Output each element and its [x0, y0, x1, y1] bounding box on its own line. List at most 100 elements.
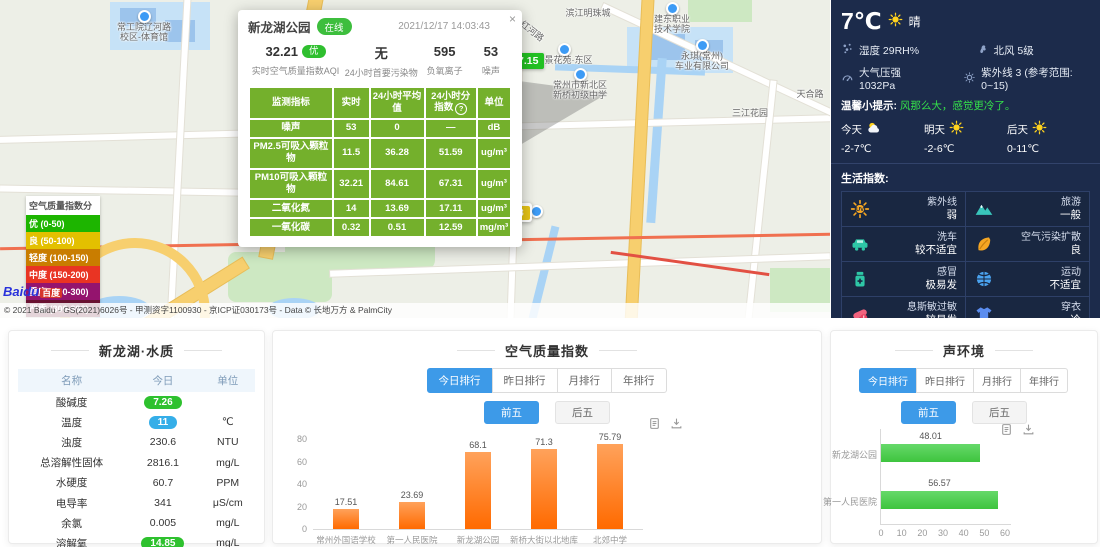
y-axis-tick: 60: [279, 457, 307, 467]
life-index-value: 极易发: [926, 279, 958, 292]
sound-tab[interactable]: 月排行: [973, 368, 1021, 393]
pressure-uv-row: 大气压强1032Pa 紫外线 3 (参考范围: 0~15): [841, 65, 1090, 92]
bar: [333, 509, 359, 529]
map-poi-marker[interactable]: [138, 10, 151, 23]
map-poi-marker[interactable]: [558, 43, 571, 56]
uv-sun-icon: UV: [850, 199, 870, 219]
humidity-wind-row: 湿度 29RH% 北风 5级: [841, 42, 1090, 58]
y-axis-tick: 80: [279, 434, 307, 444]
y-axis-tick: 40: [279, 479, 307, 489]
baidu-map[interactable]: 建东职业 技术学院新景花苑·东区常州市新北区 新桥初级中学永琪(常州) 车业有限…: [0, 0, 830, 318]
life-index-value: 较易发: [907, 314, 957, 318]
water-param-unit: PPM: [201, 473, 255, 493]
pressure-value: 1032Pa: [859, 80, 901, 92]
life-index-name: 息斯敏过敏: [907, 302, 957, 314]
realtime-value: 32.21: [333, 169, 370, 200]
popup-table-header: 24小时平均值: [370, 87, 425, 119]
bar-value-label: 23.69: [382, 490, 442, 500]
water-param-name: 溶解氧: [18, 533, 125, 547]
life-index-name: 紫外线: [927, 197, 957, 209]
pollutant-name: 二氧化氮: [249, 199, 333, 218]
water-table-row: 总溶解性固体2816.1mg/L: [18, 453, 255, 473]
download-icon[interactable]: [1022, 423, 1035, 441]
baidu-logo-text: Baidu: [3, 284, 39, 299]
map-poi-marker[interactable]: [666, 2, 679, 15]
life-index-text: 紫外线弱: [927, 197, 957, 222]
popup-stats: 32.21优实时空气质量指数AQI无24小时首要污染物595负氧离子53噪声: [248, 43, 512, 79]
map-poi-marker[interactable]: [696, 39, 709, 52]
life-index-name: 洗车: [915, 232, 957, 244]
aqi-range-buttons: 前五后五: [273, 401, 821, 424]
y-axis-category-label: 第一人民医院: [797, 495, 877, 508]
water-table-row: 温度11℃: [18, 412, 255, 432]
forecast-temp-range: -2-7℃: [841, 143, 924, 155]
aqi-range-button[interactable]: 后五: [555, 401, 610, 424]
x-axis-tick: 30: [933, 528, 953, 538]
water-param-name: 余氯: [18, 513, 125, 533]
realtime-value: 53: [333, 119, 370, 138]
download-icon[interactable]: [670, 417, 683, 435]
help-icon[interactable]: ?: [455, 103, 467, 115]
water-param-value: 60.7: [125, 473, 200, 493]
sound-range-button[interactable]: 后五: [972, 401, 1027, 424]
life-index-cell: 穿衣冷: [966, 297, 1089, 318]
map-poi-marker[interactable]: [574, 68, 587, 81]
popup-table-row: PM2.5可吸入颗粒物11.536.2851.59ug/m³: [249, 138, 511, 169]
sound-tab[interactable]: 昨日排行: [916, 368, 974, 393]
aqi-tab[interactable]: 年排行: [611, 368, 667, 393]
title-dash: [599, 350, 637, 351]
forecast-day: 今天-2-7℃: [841, 120, 924, 155]
aqi-tab[interactable]: 昨日排行: [492, 368, 558, 393]
title-dash: [995, 350, 1033, 351]
baidu-logo: Baidu百度: [3, 284, 62, 299]
water-param-name: 水硬度: [18, 473, 125, 493]
aqi-tab[interactable]: 今日排行: [427, 368, 493, 393]
bar: [399, 502, 425, 529]
forecast-day: 后天0-11℃: [1007, 120, 1090, 155]
aqi-toolbox: [648, 417, 683, 435]
data-view-icon[interactable]: [648, 417, 661, 435]
realtime-value: 0.32: [333, 218, 370, 237]
life-index-text: 运动不适宜: [1050, 267, 1082, 292]
aqi-legend-item: 轻度 (100-150): [26, 249, 100, 266]
leaf-icon: [974, 234, 994, 254]
tip-label: 温馨小提示:: [841, 100, 897, 112]
humidity: 湿度 29RH%: [859, 43, 919, 58]
aqi-range-button[interactable]: 前五: [484, 401, 539, 424]
popup-stat-number: 32.21: [265, 44, 298, 59]
ball-icon: [974, 269, 994, 289]
life-index-cell: 运动不适宜: [966, 262, 1089, 296]
popup-stat-value: 无: [343, 43, 420, 63]
current-weather: 7℃ 晴: [841, 8, 1090, 35]
water-param-name: 酸碱度: [18, 392, 125, 412]
bar: [597, 444, 623, 529]
aqi-tab[interactable]: 月排行: [557, 368, 613, 393]
sunny-icon: [1032, 120, 1047, 138]
shirt-icon: [974, 304, 994, 318]
popup-stat-value: 53: [470, 43, 512, 61]
sound-tab[interactable]: 今日排行: [859, 368, 917, 393]
online-badge: 在线: [317, 18, 352, 35]
popup-stat-number: 无: [375, 43, 388, 62]
dashboard: 建东职业 技术学院新景花苑·东区常州市新北区 新桥初级中学永琪(常州) 车业有限…: [0, 0, 1100, 547]
popup-stat: 595负氧离子: [420, 43, 470, 79]
water-param-value: 0.005: [125, 513, 200, 533]
life-index-value: 弱: [927, 209, 957, 222]
map-poi-marker[interactable]: [530, 205, 543, 218]
avg24-value: 0.51: [370, 218, 425, 237]
forecast-row: 今天-2-7℃明天-2-6℃后天0-11℃: [841, 120, 1090, 155]
popup-stat: 无24小时首要污染物: [343, 43, 420, 79]
subindex-value: 17.11: [425, 199, 477, 218]
close-icon[interactable]: ×: [509, 13, 516, 25]
sound-tab[interactable]: 年排行: [1020, 368, 1068, 393]
tip-text: 风那么大，感觉更冷了。: [900, 100, 1016, 112]
condition: 晴: [909, 13, 921, 30]
life-index-cell: !息斯敏过敏较易发: [842, 297, 965, 318]
popup-stat-label: 实时空气质量指数AQI: [248, 64, 343, 77]
sound-chart-card: 声环境 今日排行昨日排行月排行年排行 前五后五 010203040506048.…: [830, 330, 1098, 544]
popup-timestamp: 2021/12/17 14:03:43: [398, 21, 490, 32]
water-param-unit: mg/L: [201, 453, 255, 473]
sound-range-button[interactable]: 前五: [901, 401, 956, 424]
life-index-cell: 旅游一般: [966, 192, 1089, 226]
medicine-icon: [850, 269, 870, 289]
